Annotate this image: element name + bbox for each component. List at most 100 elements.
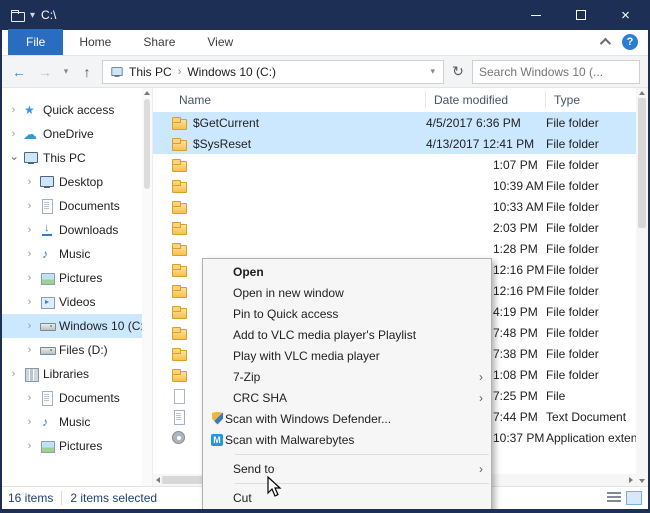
scroll-up-icon[interactable] [639, 91, 645, 95]
expander-icon[interactable]: › [8, 105, 19, 116]
sidebar-scrollbar-thumb[interactable] [144, 99, 150, 189]
sidebar-item-quick-access[interactable]: ›Quick access [2, 98, 142, 122]
expander-icon[interactable]: › [24, 321, 35, 332]
refresh-icon[interactable]: ↻ [448, 63, 468, 80]
expander-icon[interactable]: › [24, 225, 35, 236]
menu-item-label: Send to [233, 462, 274, 476]
menu-item-7-zip[interactable]: 7-Zip› [203, 366, 491, 387]
context-menu: OpenOpen in new window Pin to Quick acces… [202, 258, 492, 513]
textdoc-icon [171, 409, 187, 425]
address-bar[interactable]: This PC›Windows 10 (C:) ▾ [102, 60, 444, 84]
expander-icon[interactable]: › [8, 369, 19, 380]
breadcrumb-item[interactable]: Windows 10 (C:) [187, 65, 276, 79]
expander-icon[interactable]: › [24, 201, 35, 212]
tab-home[interactable]: Home [63, 29, 127, 55]
table-row[interactable]: 1:28 PMFile folder [153, 238, 636, 259]
minimize-button[interactable] [513, 0, 558, 30]
scroll-up-icon[interactable] [144, 91, 150, 95]
sidebar-item-downloads[interactable]: › Downloads [2, 218, 142, 242]
type-cell: File folder [546, 242, 636, 256]
folder-icon[interactable] [10, 8, 26, 22]
menu-item-label: Add to VLC media player's Playlist [233, 328, 416, 342]
address-dropdown-icon[interactable]: ▾ [426, 66, 439, 77]
table-row[interactable]: 10:39 AMFile folder [153, 175, 636, 196]
expander-icon[interactable]: › [24, 393, 35, 404]
file-name: $SysReset [193, 137, 251, 151]
menu-item-pin-to-quick-access[interactable]: Pin to Quick access [203, 303, 491, 324]
folder-icon [171, 367, 187, 383]
menu-item-crc-sha[interactable]: CRC SHA› [203, 387, 491, 408]
tab-file[interactable]: File [8, 29, 63, 55]
sidebar-item-label: Files (D:) [59, 343, 108, 357]
expander-icon[interactable]: › [24, 273, 35, 284]
date-modified-cell: 4/13/2017 12:41 PM [426, 137, 546, 151]
table-row[interactable]: 10:33 AMFile folder [153, 196, 636, 217]
sidebar-item-windows-10-c[interactable]: ›Windows 10 (C:) [2, 314, 142, 338]
sidebar-item-music[interactable]: ›Music [2, 242, 142, 266]
menu-item-open[interactable]: Open [203, 261, 491, 282]
table-row[interactable]: $SysReset4/13/2017 12:41 PMFile folder [153, 133, 636, 154]
recent-locations-dropdown-icon[interactable]: ▾ [60, 66, 72, 77]
sidebar-item-libraries[interactable]: ›Libraries [2, 362, 142, 386]
forward-button[interactable]: → [34, 64, 56, 80]
expander-icon[interactable]: › [24, 249, 35, 260]
expander-icon[interactable]: › [24, 297, 35, 308]
breadcrumb-item[interactable]: This PC [129, 65, 172, 79]
quick-access-toolbar-dropdown-icon[interactable]: ▾ [30, 10, 35, 21]
document-icon [39, 390, 55, 406]
sidebar-item-this-pc[interactable]: ›This PC [2, 146, 142, 170]
ribbon-collapse-icon[interactable] [600, 38, 611, 49]
expander-icon[interactable]: › [8, 129, 19, 140]
menu-item-scan-with-windows-defender[interactable]: Scan with Windows Defender... [203, 408, 491, 429]
sidebar-item-documents[interactable]: ›Documents [2, 386, 142, 410]
expander-icon[interactable]: › [24, 177, 35, 188]
defender-icon [209, 411, 225, 427]
sidebar-item-pictures[interactable]: ›Pictures [2, 434, 142, 458]
close-button[interactable]: × [603, 0, 648, 30]
vertical-scrollbar[interactable] [636, 88, 648, 486]
vertical-scrollbar-thumb[interactable] [638, 98, 646, 228]
expander-icon[interactable]: › [24, 345, 35, 356]
details-view-button[interactable] [606, 491, 622, 505]
table-row[interactable]: 1:07 PMFile folder [153, 154, 636, 175]
sidebar-item-files-d[interactable]: › Files (D:) [2, 338, 142, 362]
tab-share[interactable]: Share [127, 29, 191, 55]
menu-item-label: Pin to Quick access [233, 307, 338, 321]
menu-item-open-in-new-window[interactable]: Open in new window [203, 282, 491, 303]
scroll-left-icon[interactable] [156, 477, 160, 483]
help-icon[interactable]: ? [622, 34, 638, 50]
sidebar-scrollbar[interactable] [142, 88, 152, 486]
sidebar-item-label: Downloads [59, 223, 118, 237]
column-header-date-modified[interactable]: Date modified [426, 91, 546, 109]
column-header-name[interactable]: Name [171, 91, 426, 109]
menu-item-scan-with-malwarebytes[interactable]: Scan with Malwarebytes [203, 429, 491, 450]
sidebar-item-music[interactable]: ›Music [2, 410, 142, 434]
sidebar-item-documents[interactable]: ›Documents [2, 194, 142, 218]
sidebar-item-onedrive[interactable]: ›OneDrive [2, 122, 142, 146]
menu-item-play-with-vlc-media-player[interactable]: Play with VLC media player [203, 345, 491, 366]
scroll-right-icon[interactable] [629, 477, 633, 483]
expander-icon[interactable]: › [24, 417, 35, 428]
expander-icon[interactable]: › [24, 441, 35, 452]
thumbnails-view-button[interactable] [626, 491, 642, 505]
menu-item-cut[interactable]: Cut [203, 487, 491, 508]
scroll-down-icon[interactable] [639, 479, 645, 483]
search-input[interactable] [472, 60, 640, 84]
table-row[interactable]: $GetCurrent4/5/2017 6:36 PMFile folder [153, 112, 636, 133]
menu-item-add-to-vlc-media-player-s-playlist[interactable]: Add to VLC media player's Playlist [203, 324, 491, 345]
expander-icon[interactable]: › [8, 153, 19, 164]
sidebar-item-label: Desktop [59, 175, 103, 189]
sidebar-item-desktop[interactable]: › Desktop [2, 170, 142, 194]
sidebar-item-videos[interactable]: ›Videos [2, 290, 142, 314]
menu-item-copy[interactable]: Copy [203, 508, 491, 513]
table-row[interactable]: 2:03 PMFile folder [153, 217, 636, 238]
column-header-type[interactable]: Type [546, 91, 636, 109]
tab-view[interactable]: View [191, 29, 249, 55]
back-button[interactable]: ← [8, 64, 30, 80]
folder-icon [171, 304, 187, 320]
sidebar-item-pictures[interactable]: ›Pictures [2, 266, 142, 290]
maximize-button[interactable] [558, 0, 603, 30]
star-icon [23, 102, 39, 118]
up-button[interactable]: ↑ [76, 64, 98, 80]
menu-item-send-to[interactable]: Send to› [203, 458, 491, 479]
